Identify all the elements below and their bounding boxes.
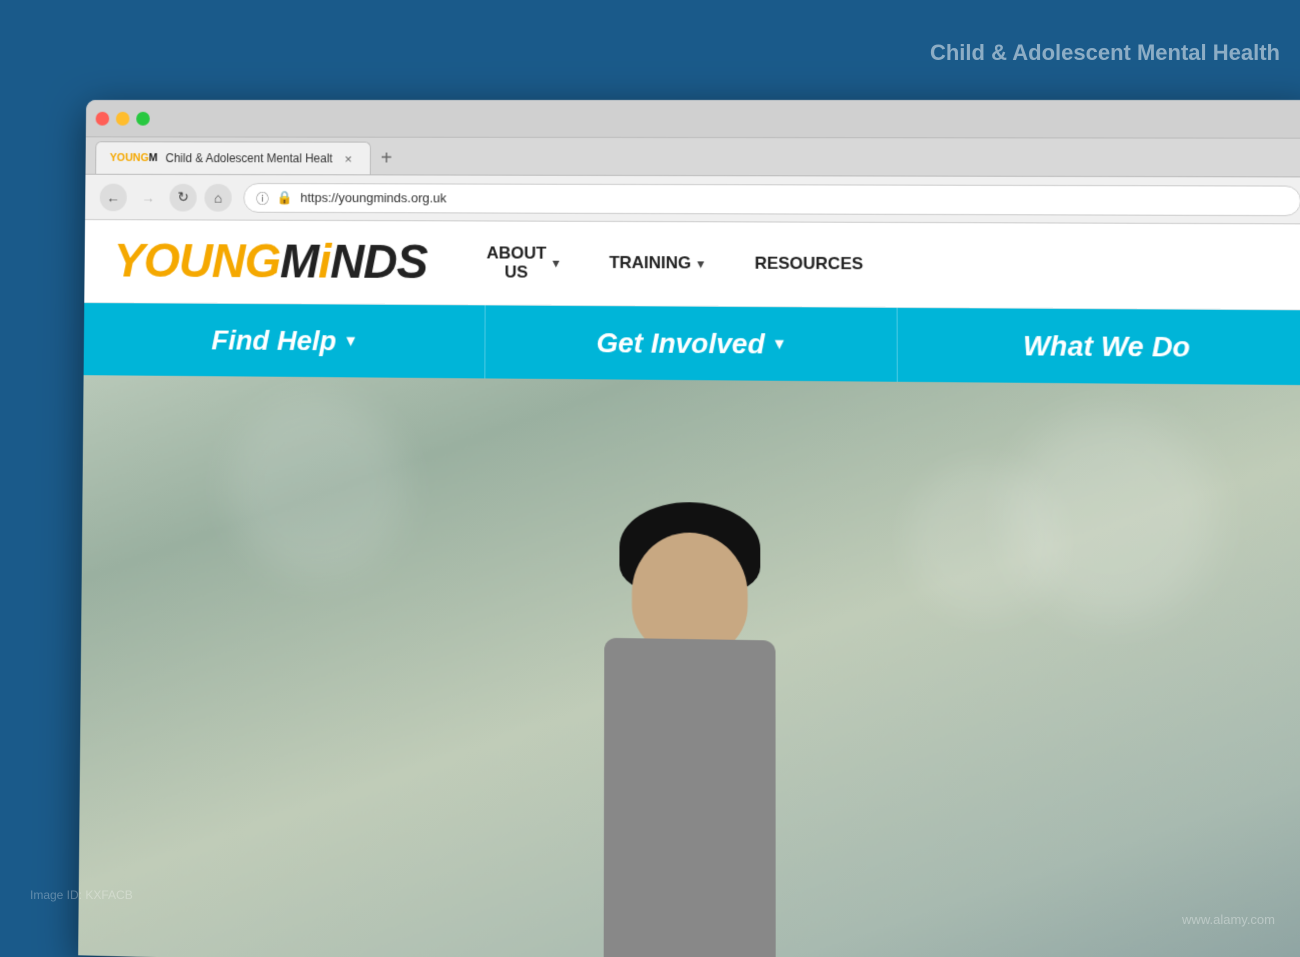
what-we-do-label: What We Do bbox=[1023, 330, 1190, 364]
person-head bbox=[632, 532, 748, 655]
person-body bbox=[604, 638, 776, 957]
nav-about-chevron: ▾ bbox=[552, 255, 559, 272]
nav-item-resources[interactable]: RESOURCES bbox=[755, 255, 864, 274]
nav-training-label: TRAINING bbox=[609, 254, 691, 273]
blue-nav-get-involved[interactable]: Get Involved ▾ bbox=[486, 306, 898, 382]
back-button[interactable]: ← bbox=[100, 183, 127, 211]
tab-bar: YOUNGM Child & Adolescent Mental Healt ×… bbox=[85, 137, 1300, 177]
refresh-button[interactable]: ↻ bbox=[169, 183, 196, 211]
page-background: Child & Adolescent Mental Health YOUNGM … bbox=[0, 0, 1300, 957]
tab-close-icon[interactable]: × bbox=[340, 151, 356, 167]
home-button[interactable]: ⌂ bbox=[204, 183, 231, 211]
logo-young: YOUNG bbox=[113, 234, 280, 289]
blue-nav-bar: Find Help ▾ Get Involved ▾ What We Do bbox=[84, 303, 1300, 385]
browser-window: YOUNGM Child & Adolescent Mental Healt ×… bbox=[78, 100, 1300, 957]
website-content: YOUNGMiNDS ABOUT US ▾ TRAINING ▾ RESOURC… bbox=[78, 220, 1300, 957]
nav-training-chevron: ▾ bbox=[697, 256, 704, 273]
get-involved-label: Get Involved bbox=[596, 327, 764, 360]
tab-title: Child & Adolescent Mental Healt bbox=[165, 151, 332, 165]
nav-item-training[interactable]: TRAINING ▾ bbox=[609, 254, 704, 273]
find-help-label: Find Help bbox=[211, 324, 336, 357]
person-silhouette bbox=[488, 460, 893, 957]
hero-area bbox=[78, 376, 1300, 957]
address-bar: ← → ↻ ⌂ ⓘ 🔒 https://youngminds.org.uk bbox=[85, 175, 1300, 225]
info-icon: ⓘ bbox=[256, 188, 269, 207]
traffic-lights bbox=[96, 111, 150, 125]
find-help-chevron: ▾ bbox=[346, 331, 355, 352]
logo-m: M bbox=[280, 235, 319, 290]
url-bar[interactable]: ⓘ 🔒 https://youngminds.org.uk bbox=[243, 183, 1300, 216]
lock-icon: 🔒 bbox=[277, 190, 293, 206]
new-tab-button[interactable]: + bbox=[381, 148, 393, 175]
blue-nav-find-help[interactable]: Find Help ▾ bbox=[84, 303, 486, 379]
get-involved-chevron: ▾ bbox=[775, 334, 784, 355]
logo-nds: NDS bbox=[330, 235, 427, 290]
minimize-button[interactable] bbox=[116, 111, 130, 125]
url-text: https://youngminds.org.uk bbox=[300, 190, 446, 205]
nav-resources-label: RESOURCES bbox=[755, 255, 864, 274]
active-tab[interactable]: YOUNGM Child & Adolescent Mental Healt × bbox=[95, 141, 371, 174]
image-id: Image ID: KXFACB bbox=[30, 888, 133, 902]
site-top-bar: YOUNGMiNDS ABOUT US ▾ TRAINING ▾ RESOURC… bbox=[84, 220, 1300, 311]
site-top-nav: ABOUT US ▾ TRAINING ▾ RESOURCES bbox=[486, 244, 863, 283]
tab-favicon: YOUNGM bbox=[110, 152, 158, 164]
top-watermark: Child & Adolescent Mental Health bbox=[930, 40, 1280, 66]
title-bar bbox=[86, 100, 1300, 139]
nav-buttons: ← → ↻ ⌂ bbox=[100, 183, 232, 211]
nav-about-label: ABOUT US bbox=[486, 244, 546, 282]
alamy-watermark: www.alamy.com bbox=[1182, 912, 1275, 927]
nav-item-about[interactable]: ABOUT US ▾ bbox=[486, 244, 559, 282]
forward-button[interactable]: → bbox=[134, 183, 161, 211]
close-button[interactable] bbox=[96, 111, 110, 125]
logo-i: i bbox=[318, 235, 330, 290]
maximize-button[interactable] bbox=[136, 111, 150, 125]
blue-nav-what-we-do[interactable]: What We Do bbox=[897, 308, 1300, 385]
site-logo[interactable]: YOUNGMiNDS bbox=[113, 234, 427, 290]
